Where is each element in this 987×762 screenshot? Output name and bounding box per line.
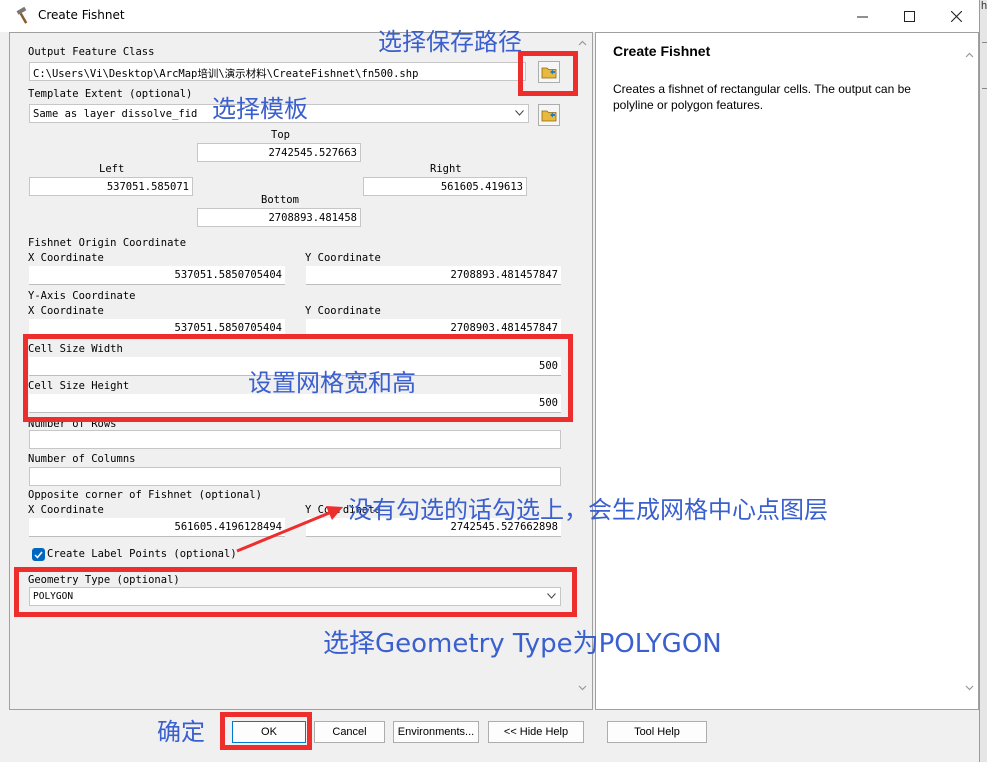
help-panel: Create Fishnet Creates a fishnet of rect… bbox=[595, 32, 979, 710]
window-title: Create Fishnet bbox=[38, 8, 125, 22]
extent-right-label: Right bbox=[430, 163, 462, 175]
extent-top-label: Top bbox=[271, 129, 290, 141]
extent-right-input[interactable]: 561605.419613 bbox=[363, 177, 527, 196]
opposite-corner-x-label: X Coordinate bbox=[28, 504, 104, 516]
y-axis-y-label: Y Coordinate bbox=[305, 305, 381, 317]
environments-button[interactable]: Environments... bbox=[393, 721, 479, 743]
annotation-save-path: 选择保存路径 bbox=[378, 28, 522, 56]
browse-template-button[interactable] bbox=[538, 104, 560, 126]
checkmark-icon bbox=[34, 551, 43, 559]
annotation-template: 选择模板 bbox=[212, 95, 308, 123]
help-title: Create Fishnet bbox=[613, 43, 711, 59]
edge-divider bbox=[982, 88, 987, 89]
maximize-button[interactable] bbox=[886, 0, 932, 32]
extent-left-value: 537051.585071 bbox=[106, 181, 189, 193]
y-axis-x-value: 537051.5850705404 bbox=[174, 322, 282, 334]
extent-top-input[interactable]: 2742545.527663 bbox=[197, 143, 361, 162]
edge-divider bbox=[982, 42, 987, 43]
minimize-button[interactable] bbox=[839, 0, 885, 32]
chevron-down-icon bbox=[515, 110, 524, 116]
extent-left-label: Left bbox=[99, 163, 125, 175]
scroll-down-icon bbox=[578, 685, 587, 691]
output-feature-class-label: Output Feature Class bbox=[28, 46, 155, 58]
highlight-geometry-type bbox=[14, 567, 577, 617]
origin-x-input[interactable]: 537051.5850705404 bbox=[29, 266, 285, 285]
hammer-icon bbox=[16, 6, 28, 24]
number-of-columns-label: Number of Columns bbox=[28, 453, 136, 465]
origin-x-value: 537051.5850705404 bbox=[174, 269, 282, 281]
extent-top-value: 2742545.527663 bbox=[268, 147, 357, 159]
maximize-icon bbox=[903, 10, 915, 22]
extent-bottom-label: Bottom bbox=[261, 194, 299, 206]
scroll-up-icon bbox=[965, 52, 974, 58]
extent-left-input[interactable]: 537051.585071 bbox=[29, 177, 193, 196]
close-icon bbox=[950, 10, 962, 22]
template-extent-label: Template Extent (optional) bbox=[28, 88, 193, 100]
annotation-confirm: 确定 bbox=[157, 718, 205, 746]
scroll-up-icon bbox=[578, 40, 587, 46]
origin-y-value: 2708893.481457847 bbox=[450, 269, 558, 281]
origin-y-label: Y Coordinate bbox=[305, 252, 381, 264]
output-feature-class-input[interactable]: C:\Users\Vi\Desktop\ArcMap培训\演示材料\Create… bbox=[29, 62, 526, 81]
close-button[interactable] bbox=[933, 0, 979, 32]
origin-label: Fishnet Origin Coordinate bbox=[28, 237, 187, 249]
origin-y-input[interactable]: 2708893.481457847 bbox=[306, 266, 561, 285]
scroll-down-icon bbox=[965, 685, 974, 691]
annotation-cell-size: 设置网格宽和高 bbox=[248, 369, 416, 397]
annotation-arrow bbox=[236, 506, 343, 553]
background-window-edge: h bbox=[979, 0, 987, 762]
number-of-rows-input[interactable] bbox=[29, 430, 561, 449]
y-axis-x-label: X Coordinate bbox=[28, 305, 104, 317]
template-extent-value: Same as layer dissolve_fid bbox=[33, 108, 198, 120]
y-axis-y-value: 2708903.481457847 bbox=[450, 322, 558, 334]
extent-bottom-input[interactable]: 2708893.481458 bbox=[197, 208, 361, 227]
highlight-ok-button bbox=[220, 712, 312, 750]
hide-help-button[interactable]: << Hide Help bbox=[488, 721, 584, 743]
create-label-points-checkbox[interactable] bbox=[32, 548, 45, 561]
edge-text-fragment: h bbox=[981, 0, 987, 12]
number-of-columns-input[interactable] bbox=[29, 467, 561, 486]
folder-icon bbox=[541, 110, 557, 122]
extent-bottom-value: 2708893.481458 bbox=[268, 212, 357, 224]
annotation-geometry-type: 选择Geometry Type为POLYGON bbox=[323, 629, 722, 659]
opposite-corner-label: Opposite corner of Fishnet (optional) bbox=[28, 489, 262, 501]
create-label-points-label: Create Label Points (optional) bbox=[47, 548, 237, 560]
extent-right-value: 561605.419613 bbox=[440, 181, 523, 193]
annotation-label-points: 没有勾选的话勾选上，会生成网格中心点图层 bbox=[348, 496, 828, 524]
cancel-button[interactable]: Cancel bbox=[314, 721, 385, 743]
origin-x-label: X Coordinate bbox=[28, 252, 104, 264]
tool-help-button[interactable]: Tool Help bbox=[607, 721, 707, 743]
y-axis-label: Y-Axis Coordinate bbox=[28, 290, 136, 302]
output-path-text: C:\Users\Vi\Desktop\ArcMap培训\演示材料\Create… bbox=[33, 68, 419, 80]
help-body: Creates a fishnet of rectangular cells. … bbox=[613, 82, 911, 112]
help-scrollbar[interactable] bbox=[961, 33, 978, 709]
highlight-browse-output bbox=[518, 51, 578, 96]
minimize-icon bbox=[856, 16, 868, 17]
